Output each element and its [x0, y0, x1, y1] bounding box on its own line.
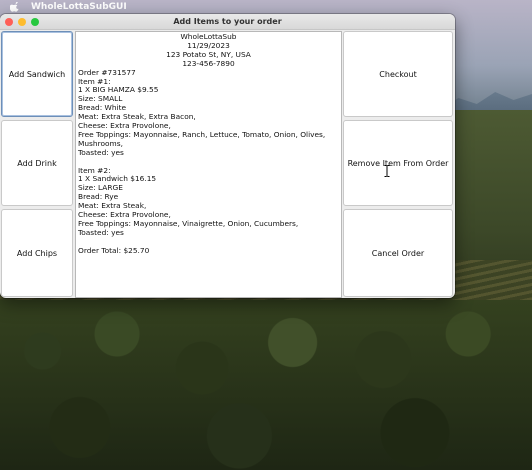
- menu-bar: WholeLottaSubGUI: [0, 0, 532, 13]
- apple-logo-icon[interactable]: [10, 1, 19, 12]
- add-drink-button[interactable]: Add Drink: [1, 120, 73, 206]
- checkout-button[interactable]: Checkout: [343, 31, 453, 117]
- add-chips-button[interactable]: Add Chips: [1, 209, 73, 297]
- receipt-order-number: Order #731577: [78, 67, 136, 77]
- app-name-menu[interactable]: WholeLottaSubGUI: [31, 2, 127, 12]
- order-window: Add Items to your order Add Sandwich Add…: [0, 14, 455, 298]
- order-receipt-textarea[interactable]: WholeLottaSub 11/29/2023 123 Potato St, …: [75, 31, 342, 298]
- item1-toppings: Free Toppings: Mayonnaise, Ranch, Lettuc…: [78, 129, 328, 148]
- window-title: Add Items to your order: [173, 17, 282, 26]
- remove-item-button[interactable]: Remove Item From Order: [343, 120, 453, 206]
- wallpaper-forest: [0, 300, 532, 470]
- window-titlebar[interactable]: Add Items to your order: [0, 14, 455, 30]
- cancel-order-button[interactable]: Cancel Order: [343, 209, 453, 297]
- item2-toasted: Toasted: yes: [78, 227, 124, 237]
- receipt-order-total: Order Total: $25.70: [78, 245, 150, 255]
- add-sandwich-button[interactable]: Add Sandwich: [1, 31, 73, 117]
- text-cursor-icon: [384, 162, 390, 177]
- item1-toasted: Toasted: yes: [78, 147, 124, 157]
- receipt-spacer: [78, 158, 339, 167]
